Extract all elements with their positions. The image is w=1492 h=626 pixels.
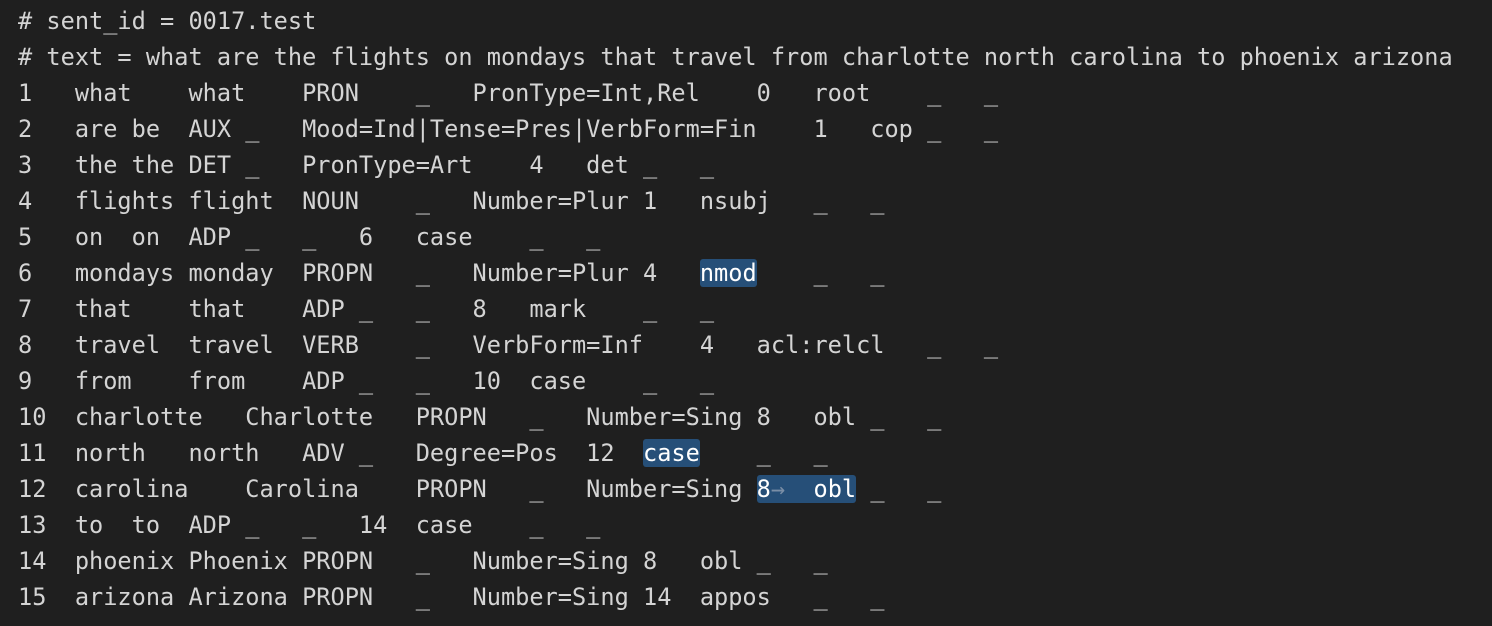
selection-highlight: case xyxy=(643,439,700,467)
tab-arrow-icon: → xyxy=(770,475,814,503)
token-line-11[interactable]: 11 north north ADV _ Degree=Pos 12 case … xyxy=(18,435,1492,471)
selection-highlight: nmod xyxy=(699,259,757,287)
token-line-10[interactable]: 10 charlotte Charlotte PROPN _ Number=Si… xyxy=(18,399,1492,435)
code-editor[interactable]: # sent_id = 0017.test # text = what are … xyxy=(0,0,1492,626)
comment-line-sent-id[interactable]: # sent_id = 0017.test xyxy=(18,3,1492,39)
token-line-4[interactable]: 4 flights flight NOUN _ Number=Plur 1 ns… xyxy=(18,183,1492,219)
token-line-5[interactable]: 5 on on ADP _ _ 6 case _ _ xyxy=(18,219,1492,255)
token-line-3[interactable]: 3 the the DET _ PronType=Art 4 det _ _ xyxy=(18,147,1492,183)
token-line-2[interactable]: 2 are be AUX _ Mood=Ind|Tense=Pres|VerbF… xyxy=(18,111,1492,147)
token-line-14[interactable]: 14 phoenix Phoenix PROPN _ Number=Sing 8… xyxy=(18,543,1492,579)
token-line-13[interactable]: 13 to to ADP _ _ 14 case _ _ xyxy=(18,507,1492,543)
token-line-6[interactable]: 6 mondays monday PROPN _ Number=Plur 4 n… xyxy=(18,255,1492,291)
token-line-1[interactable]: 1 what what PRON _ PronType=Int,Rel 0 ro… xyxy=(18,75,1492,111)
token-line-9[interactable]: 9 from from ADP _ _ 10 case _ _ xyxy=(18,363,1492,399)
token-line-15[interactable]: 15 arizona Arizona PROPN _ Number=Sing 1… xyxy=(18,579,1492,615)
comment-line-text[interactable]: # text = what are the flights on mondays… xyxy=(18,39,1492,75)
selection-highlight: 8→ obl xyxy=(756,475,857,503)
token-line-8[interactable]: 8 travel travel VERB _ VerbForm=Inf 4 ac… xyxy=(18,327,1492,363)
token-line-12[interactable]: 12 carolina Carolina PROPN _ Number=Sing… xyxy=(18,471,1492,507)
token-line-7[interactable]: 7 that that ADP _ _ 8 mark _ _ xyxy=(18,291,1492,327)
